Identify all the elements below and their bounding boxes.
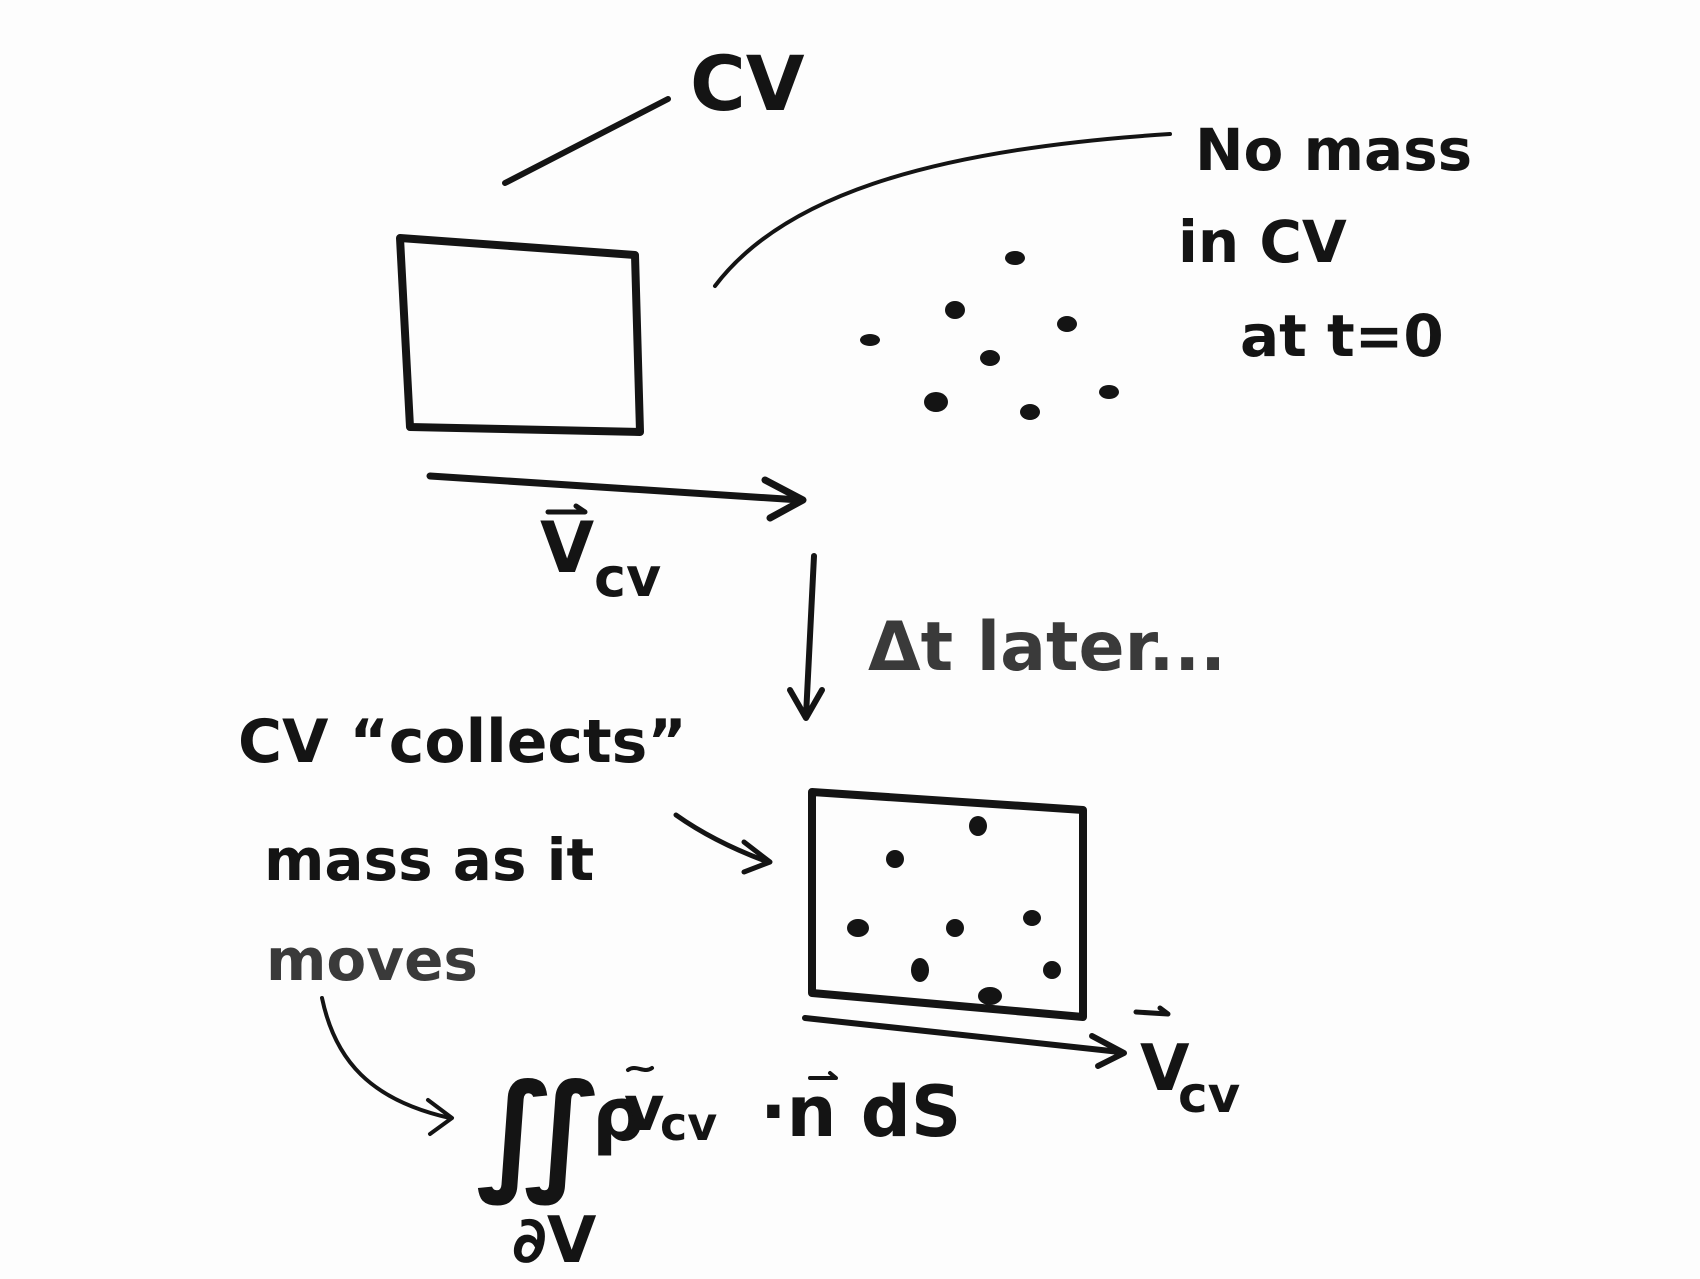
delta-t-later-label: Δt later... (868, 608, 1226, 687)
cv-label-top: CV (690, 39, 805, 128)
whiteboard: CV No mass in CV at t=0 V cv Δt later...… (0, 0, 1700, 1279)
particle (1005, 251, 1025, 265)
integrand-v-subscript: cv (660, 1097, 717, 1151)
particle (978, 987, 1002, 1005)
no-mass-line-3: at t=0 (1240, 302, 1444, 370)
velocity-arrow-bottom-shaft (802, 1015, 1123, 1055)
no-mass-line-1: No mass (1195, 116, 1472, 184)
collects-line-3: moves (266, 926, 478, 994)
mass-particles-free (860, 251, 1119, 420)
no-mass-leader-curve (713, 132, 1172, 288)
particle (924, 392, 948, 412)
v-cv-top-symbol: V (540, 507, 594, 589)
particle (969, 816, 987, 836)
particle (1043, 961, 1061, 979)
particle (886, 850, 904, 868)
particle (1099, 385, 1119, 399)
vector-bar-bottom (1133, 1005, 1171, 1017)
cv-leader-line (502, 96, 671, 186)
diagram-canvas: CV No mass in CV at t=0 V cv Δt later...… (238, 39, 1472, 1278)
collects-line-2: mass as it (264, 826, 594, 894)
collects-line-1: CV “collects” (238, 707, 687, 777)
particle (860, 334, 880, 346)
time-arrow-shaft (803, 553, 817, 719)
integral-domain: ∂V (512, 1204, 597, 1278)
tilde-v-mark (626, 1066, 654, 1072)
velocity-arrow-top-shaft (426, 472, 804, 504)
particle (911, 958, 929, 982)
v-cv-bottom-subscript: cv (1178, 1066, 1240, 1124)
mass-particles-collected (847, 816, 1061, 1005)
integrand-v: v (624, 1072, 664, 1145)
particle (847, 919, 869, 937)
particle (1023, 910, 1041, 926)
control-volume-top (396, 234, 644, 436)
integrand-n-ds: ·n dS (760, 1071, 961, 1153)
no-mass-line-2: in CV (1178, 208, 1347, 276)
double-integral-sign: ∬ (476, 1055, 597, 1207)
particle (1020, 404, 1040, 420)
particle (945, 301, 965, 319)
v-cv-top-subscript: cv (594, 546, 661, 609)
particle (980, 350, 1000, 366)
particle (1057, 316, 1077, 332)
collects-arrow-shaft (673, 812, 771, 865)
particle (946, 919, 964, 937)
control-volume-bottom (808, 788, 1087, 1021)
